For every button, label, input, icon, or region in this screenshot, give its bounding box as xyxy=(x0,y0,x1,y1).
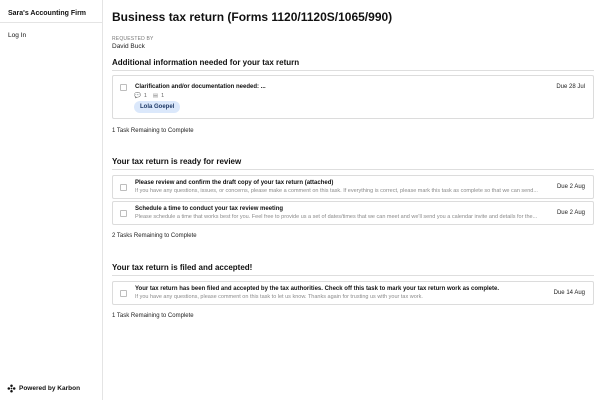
sidebar-divider xyxy=(0,22,103,23)
attachment-icon: ▤ xyxy=(152,93,159,99)
task-checkbox[interactable] xyxy=(120,290,127,297)
task-title: Your tax return has been filed and accep… xyxy=(135,286,499,292)
task-title: Please review and confirm the draft copy… xyxy=(135,180,334,186)
page-title: Business tax return (Forms 1120/1120S/10… xyxy=(112,10,393,24)
assignee-chip[interactable]: Lola Goepel xyxy=(134,101,181,113)
firm-name: Sara's Accounting Firm xyxy=(8,10,87,17)
comment-icon: 💬 xyxy=(134,93,141,99)
section-divider xyxy=(112,275,594,276)
task-description: If you have any questions, issues, or co… xyxy=(135,188,538,194)
section-divider xyxy=(112,169,594,170)
task-checkbox[interactable] xyxy=(120,84,127,91)
task-description: Please schedule a time that works best f… xyxy=(135,214,538,220)
powered-by-footer[interactable]: Powered by Karbon xyxy=(7,384,80,393)
requested-by-label: REQUESTED BY xyxy=(112,36,154,42)
task-card[interactable]: Schedule a time to conduct your tax revi… xyxy=(112,201,594,225)
task-card[interactable]: Clarification and/or documentation neede… xyxy=(112,75,594,119)
section-title: Additional information needed for your t… xyxy=(112,58,300,67)
tasks-remaining: 1 Task Remaining to Complete xyxy=(112,128,194,134)
task-due-date: Due 14 Aug xyxy=(553,290,585,296)
task-card[interactable]: Your tax return has been filed and accep… xyxy=(112,281,594,305)
attachment-count: 1 xyxy=(161,93,165,99)
task-due-date: Due 2 Aug xyxy=(556,210,585,216)
task-checkbox[interactable] xyxy=(120,184,127,191)
section-title: Your tax return is filed and accepted! xyxy=(112,263,253,272)
main-content: Business tax return (Forms 1120/1120S/10… xyxy=(112,0,594,400)
task-title: Schedule a time to conduct your tax revi… xyxy=(135,206,284,212)
section-title: Your tax return is ready for review xyxy=(112,157,242,166)
section-divider xyxy=(112,70,594,71)
task-meta: 💬 1 ▤ 1 xyxy=(134,93,164,99)
task-due-date: Due 2 Aug xyxy=(556,184,585,190)
comment-count: 1 xyxy=(143,93,147,99)
task-title: Clarification and/or documentation neede… xyxy=(135,84,266,90)
karbon-logo-icon xyxy=(7,384,16,393)
tasks-remaining: 1 Task Remaining to Complete xyxy=(112,313,194,319)
requested-by-name: David Buck xyxy=(112,43,145,50)
tasks-remaining: 2 Tasks Remaining to Complete xyxy=(112,233,197,239)
login-link[interactable]: Log In xyxy=(8,32,26,39)
task-checkbox[interactable] xyxy=(120,210,127,217)
sidebar: Sara's Accounting Firm Log In Powered by… xyxy=(0,0,103,400)
task-card[interactable]: Please review and confirm the draft copy… xyxy=(112,175,594,199)
powered-by-label: Powered by Karbon xyxy=(19,385,81,392)
task-description: If you have any questions, please commen… xyxy=(135,294,423,300)
task-due-date: Due 28 Jul xyxy=(556,84,585,90)
